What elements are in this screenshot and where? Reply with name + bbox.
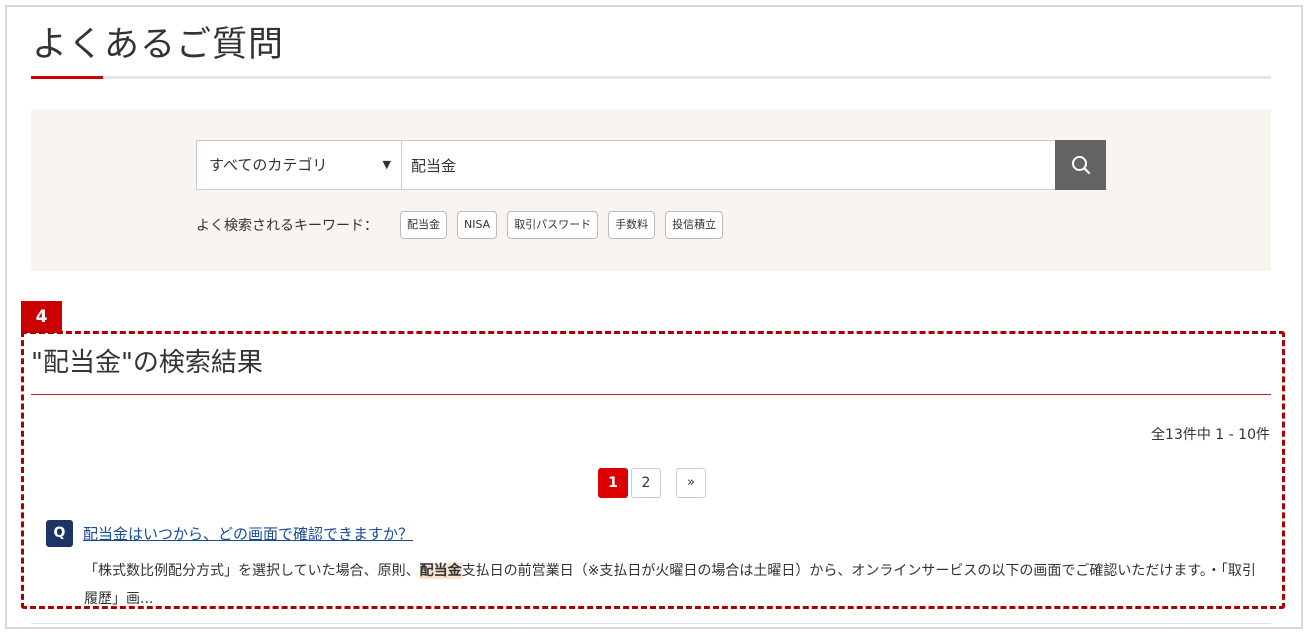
- popular-keywords-label: よく検索されるキーワード：: [196, 218, 378, 234]
- answer-excerpt: 「株式数比例配分方式」を選択していた場合、原則、配当金支払日の前営業日（※支払日…: [84, 557, 1259, 613]
- next-page-icon[interactable]: »: [676, 468, 706, 498]
- category-select-value: すべてのカテゴリ: [209, 156, 328, 174]
- popular-keywords-list: 配当金 NISA 取引パスワード 手数料 投信積立: [400, 211, 724, 239]
- search-button[interactable]: [1055, 140, 1106, 190]
- keyword-tag[interactable]: 取引パスワード: [507, 211, 599, 239]
- page-title: よくあるご質問: [32, 25, 285, 65]
- result-count: 全13件中 1 - 10件: [1151, 427, 1270, 443]
- results-title: "配当金"の検索結果: [31, 348, 263, 378]
- keyword-highlight: 配当金: [419, 563, 462, 579]
- category-select[interactable]: すべてのカテゴリ ▼: [197, 141, 402, 189]
- search-icon: [1071, 156, 1090, 175]
- annotation-number-badge: 4: [21, 301, 62, 333]
- keyword-tag[interactable]: 手数料: [608, 211, 656, 239]
- dropdown-arrow-icon: ▼: [382, 158, 391, 171]
- title-divider: [31, 76, 1271, 79]
- search-panel: すべてのカテゴリ ▼ よく検索されるキーワード： 配当金 NISA 取引パスワー…: [31, 110, 1271, 271]
- keyword-tag[interactable]: NISA: [457, 211, 498, 239]
- keyword-tag[interactable]: 投信積立: [665, 211, 724, 239]
- search-box: すべてのカテゴリ ▼: [196, 140, 1106, 190]
- question-badge: Q: [46, 520, 73, 547]
- title-divider-accent: [31, 76, 103, 79]
- answer-text-before: 「株式数比例配分方式」を選択していた場合、原則、: [84, 563, 420, 579]
- results-divider: [31, 394, 1271, 395]
- keyword-tag[interactable]: 配当金: [400, 211, 447, 239]
- question-link[interactable]: 配当金はいつから、どの画面で確認できますか？: [83, 523, 413, 544]
- search-input[interactable]: [403, 141, 1051, 189]
- page-1-button[interactable]: 1: [598, 468, 628, 498]
- page-2-button[interactable]: 2: [631, 468, 661, 498]
- result-divider: [31, 623, 1271, 624]
- pagination: 1 2 »: [598, 468, 709, 498]
